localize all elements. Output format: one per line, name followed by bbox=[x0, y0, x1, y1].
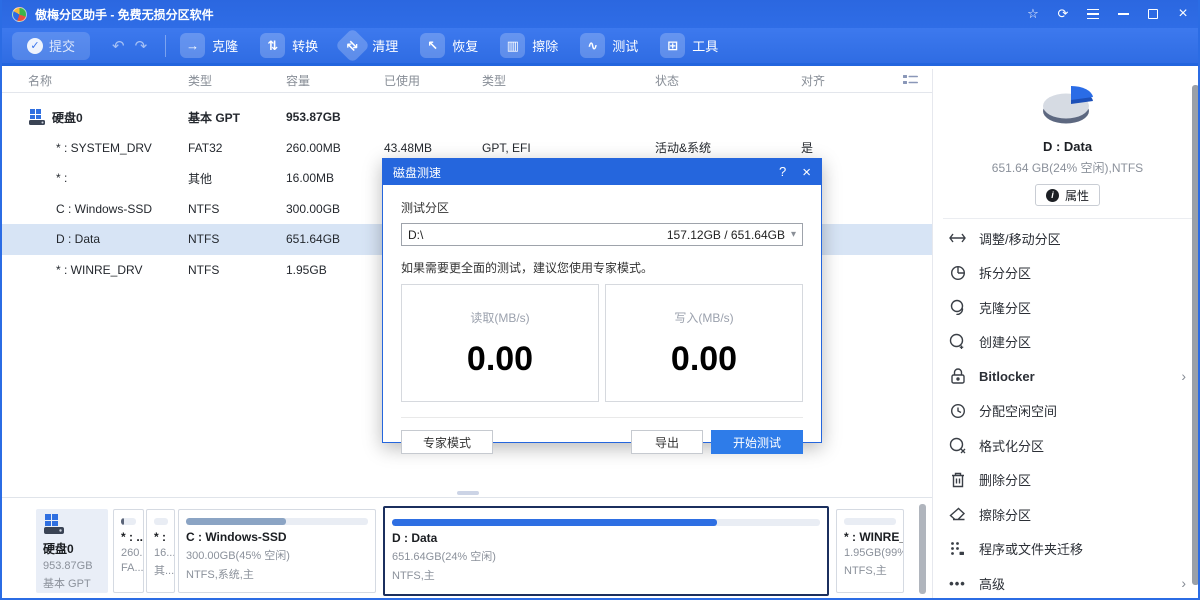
toolbar-divider bbox=[165, 35, 166, 57]
toolbar: ✓ 提交 ↶ ↷ → 克隆 ⇅ 转换 ⇄ 清理 ↖ 恢复 ▥ 擦除 ∿ bbox=[2, 28, 1198, 66]
dialog-title: 磁盘测速 bbox=[393, 164, 441, 181]
test-partition-label: 测试分区 bbox=[401, 199, 803, 216]
resize-move-icon bbox=[949, 230, 966, 247]
sidebar-item-advanced[interactable]: ••• 高级 › bbox=[933, 566, 1200, 600]
toolbar-item-clone[interactable]: → 克隆 bbox=[180, 33, 238, 58]
info-icon: i bbox=[1046, 189, 1059, 202]
dialog-close-icon[interactable]: × bbox=[802, 164, 811, 181]
disk-speed-test-dialog: 磁盘测速 ? × 测试分区 D:\ 157.12GB / 651.64GB ▾ … bbox=[382, 158, 822, 443]
minimize-button[interactable] bbox=[1108, 0, 1138, 28]
right-sidebar: D : Data 651.64 GB(24% 空闲),NTFS i 属性 调整/… bbox=[932, 69, 1200, 600]
disk-map-partition-system[interactable]: * : ... 260... FA... bbox=[113, 509, 144, 593]
properties-button[interactable]: i 属性 bbox=[1035, 184, 1100, 206]
lock-icon bbox=[949, 368, 966, 385]
disk-map-scrollbar[interactable] bbox=[919, 504, 926, 594]
write-speed-panel: 写入(MB/s) 0.00 bbox=[605, 284, 803, 402]
migrate-icon bbox=[949, 540, 966, 557]
read-speed-value: 0.00 bbox=[402, 340, 598, 379]
write-speed-value: 0.00 bbox=[606, 340, 802, 379]
sidebar-item-format-partition[interactable]: 格式化分区 bbox=[933, 428, 1200, 463]
disk-icon bbox=[28, 109, 46, 126]
partition-pie-chart bbox=[1035, 83, 1101, 133]
sidebar-item-delete-partition[interactable]: 删除分区 bbox=[933, 463, 1200, 498]
column-settings-icon[interactable] bbox=[903, 74, 918, 87]
selected-partition-info: 651.64 GB(24% 空闲),NTFS bbox=[933, 159, 1200, 176]
sidebar-item-wipe-partition[interactable]: 擦除分区 bbox=[933, 497, 1200, 532]
dropdown-value: D:\ bbox=[408, 228, 423, 242]
toolbar-item-tools[interactable]: ⊞ 工具 bbox=[660, 33, 718, 58]
redo-icon[interactable]: ↷ bbox=[135, 37, 148, 55]
chevron-down-icon: ▾ bbox=[791, 229, 796, 240]
undo-icon[interactable]: ↶ bbox=[112, 37, 125, 55]
app-window: 傲梅分区助手 - 免费无损分区软件 ☆ ⟳ × ✓ 提交 ↶ ↷ → 克隆 ⇅ … bbox=[0, 0, 1200, 600]
chevron-right-icon: › bbox=[1181, 368, 1186, 384]
check-icon: ✓ bbox=[27, 38, 43, 54]
disk-map-partition-msr[interactable]: * : 16... 其... bbox=[146, 509, 175, 593]
read-speed-panel: 读取(MB/s) 0.00 bbox=[401, 284, 599, 402]
read-speed-label: 读取(MB/s) bbox=[402, 309, 598, 326]
recover-icon: ↖ bbox=[420, 33, 445, 58]
disk-map-partition-d-selected[interactable]: D : Data 651.64GB(24% 空闲) NTFS,主 bbox=[383, 506, 829, 596]
toolbar-item-convert[interactable]: ⇅ 转换 bbox=[260, 33, 318, 58]
disk-map-partition-winre[interactable]: * : WINRE_... 1.95GB(99%... NTFS,主 bbox=[836, 509, 904, 593]
window-controls: ☆ ⟳ × bbox=[1018, 0, 1198, 28]
toolbar-item-recover[interactable]: ↖ 恢复 bbox=[420, 33, 478, 58]
selected-partition-name: D : Data bbox=[933, 139, 1200, 154]
wipe-icon: ▥ bbox=[500, 33, 525, 58]
disk-map-disk0[interactable]: 硬盘0 953.87GB 基本 GPT bbox=[36, 509, 108, 593]
horizontal-scrollbar[interactable] bbox=[457, 491, 479, 495]
close-button[interactable]: × bbox=[1168, 0, 1198, 28]
maximize-button[interactable] bbox=[1138, 0, 1168, 28]
dialog-title-bar: 磁盘测速 ? × bbox=[383, 159, 821, 185]
partition-dropdown[interactable]: D:\ 157.12GB / 651.64GB ▾ bbox=[401, 223, 803, 246]
toolbar-item-clean[interactable]: ⇄ 清理 bbox=[340, 33, 398, 58]
clean-icon: ⇄ bbox=[335, 28, 370, 63]
create-partition-icon bbox=[949, 333, 966, 350]
disk-map: 硬盘0 953.87GB 基本 GPT * : ... 260... FA...… bbox=[2, 497, 932, 600]
window-title: 傲梅分区助手 - 免费无损分区软件 bbox=[35, 6, 214, 23]
submit-button[interactable]: ✓ 提交 bbox=[12, 32, 90, 60]
refresh-icon[interactable]: ⟳ bbox=[1048, 0, 1078, 28]
disk-map-partition-c[interactable]: C : Windows-SSD 300.00GB(45% 空闲) NTFS,系统… bbox=[178, 509, 376, 593]
toolbar-item-wipe[interactable]: ▥ 擦除 bbox=[500, 33, 558, 58]
sidebar-item-allocate-space[interactable]: 分配空闲空间 bbox=[933, 394, 1200, 429]
export-button[interactable]: 导出 bbox=[631, 430, 703, 454]
write-speed-label: 写入(MB/s) bbox=[606, 309, 802, 326]
delete-partition-icon bbox=[949, 471, 966, 488]
advanced-icon: ••• bbox=[949, 575, 966, 592]
expert-mode-hint: 如果需要更全面的测试，建议您使用专家模式。 bbox=[401, 259, 803, 276]
chevron-right-icon: › bbox=[1181, 575, 1186, 591]
wipe-partition-icon bbox=[949, 506, 966, 523]
favorite-star-icon[interactable]: ☆ bbox=[1018, 0, 1048, 28]
toolbar-item-test[interactable]: ∿ 测试 bbox=[580, 33, 638, 58]
menu-icon[interactable] bbox=[1078, 0, 1108, 28]
expert-mode-button[interactable]: 专家模式 bbox=[401, 430, 493, 454]
table-header: 名称 类型 容量 已使用 类型 状态 对齐 bbox=[2, 69, 932, 93]
tools-icon: ⊞ bbox=[660, 33, 685, 58]
clone-icon: → bbox=[180, 33, 205, 58]
dialog-help-icon[interactable]: ? bbox=[779, 164, 786, 181]
app-logo-icon bbox=[12, 7, 27, 22]
title-bar: 傲梅分区助手 - 免费无损分区软件 ☆ ⟳ × bbox=[2, 0, 1198, 28]
sidebar-item-bitlocker[interactable]: Bitlocker › bbox=[933, 359, 1200, 394]
sidebar-item-resize-move[interactable]: 调整/移动分区 bbox=[933, 221, 1200, 256]
sidebar-item-migrate[interactable]: 程序或文件夹迁移 bbox=[933, 532, 1200, 567]
sidebar-scrollbar[interactable] bbox=[1192, 85, 1199, 585]
sidebar-item-create-partition[interactable]: 创建分区 bbox=[933, 325, 1200, 360]
table-row-disk0[interactable]: 硬盘0 基本 GPT 953.87GB bbox=[2, 102, 932, 133]
allocate-space-icon bbox=[949, 402, 966, 419]
start-test-button[interactable]: 开始测试 bbox=[711, 430, 803, 454]
test-icon: ∿ bbox=[580, 33, 605, 58]
dropdown-size: 157.12GB / 651.64GB bbox=[667, 228, 785, 242]
convert-icon: ⇅ bbox=[260, 33, 285, 58]
format-partition-icon bbox=[949, 437, 966, 454]
sidebar-item-clone-partition[interactable]: 克隆分区 bbox=[933, 290, 1200, 325]
split-partition-icon bbox=[949, 264, 966, 281]
disk-icon bbox=[43, 514, 65, 535]
clone-partition-icon bbox=[949, 299, 966, 316]
sidebar-item-split-partition[interactable]: 拆分分区 bbox=[933, 256, 1200, 291]
